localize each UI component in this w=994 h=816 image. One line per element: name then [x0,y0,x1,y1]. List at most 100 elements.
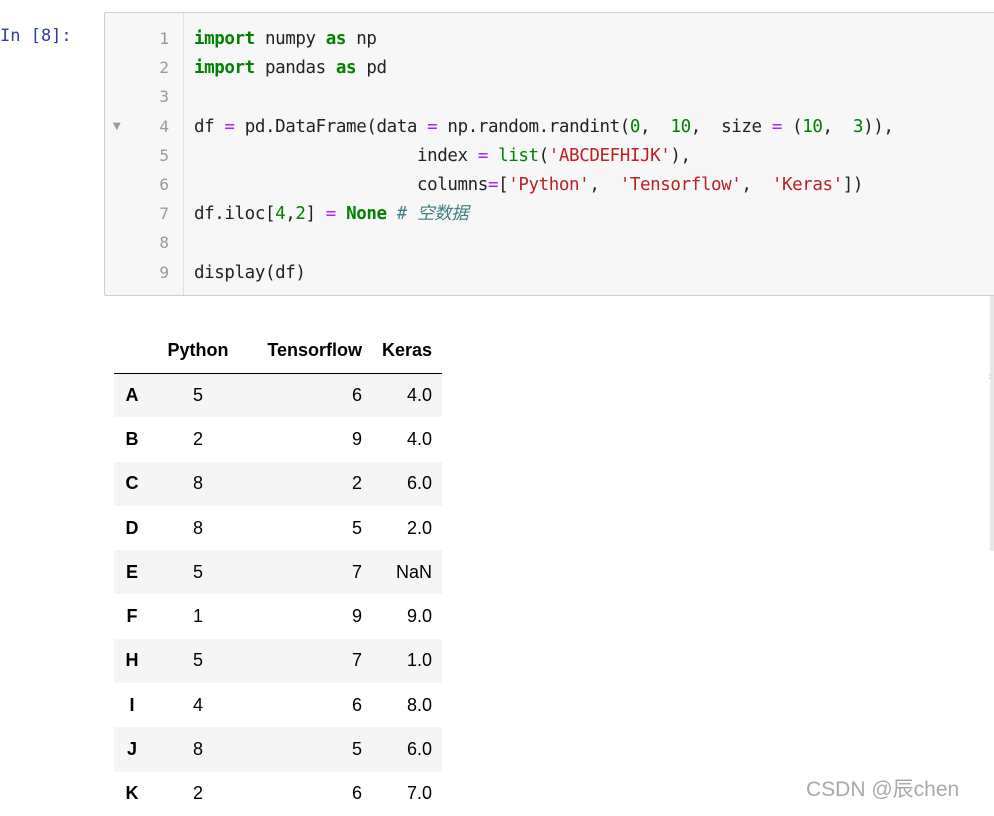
row-index: K [125,783,139,804]
table-cell: 9.0 [407,606,433,627]
table-cell: 5 [192,384,203,405]
code-token: = [224,117,235,137]
table-cell: 7 [351,650,362,671]
table-row: H 5 7 1.0 [114,638,443,684]
row-index: H [125,650,139,671]
column-header-keras: Keras [372,329,443,374]
code-token: ( [781,117,803,137]
dataframe-table: Python Tensorflow Keras A 5 6 4.0 B 2 9 4.0 C 8 2 6… [114,329,443,816]
code-token: , [741,175,772,195]
code-token: list [498,146,539,166]
table-cell: 5 [351,739,362,760]
table-row: E 5 7 NaN [114,550,443,595]
code-token: 0 [629,117,641,137]
code-token: ] [305,204,326,224]
code-token: 10 [670,117,691,137]
table-cell: 4 [192,694,203,715]
code-token: , [640,117,671,137]
code-token: = [427,117,438,137]
code-token: 'Tensorflow' [619,175,742,195]
table-cell: 4.0 [407,384,433,405]
row-index: F [126,606,138,627]
table-cell: NaN [396,561,433,582]
table-cell: 6 [351,783,362,804]
code-token: = [477,146,489,166]
table-cell: 8 [192,739,203,760]
code-token: 'ABCDEFHIJK' [548,146,671,166]
code-line: import numpy as np [194,29,377,49]
code-token: 4 [275,204,286,224]
code-token: 'Python' [508,175,590,195]
line-number: 4 [159,117,169,136]
table-cell: 5 [192,561,203,582]
table-cell: 2.0 [407,517,433,538]
code-token: ]) [842,175,864,195]
table-cell: 7 [351,561,362,582]
row-index: I [129,694,135,715]
table-row: I 4 6 8.0 [114,683,443,728]
fold-arrow-icon[interactable]: ▼ [113,117,121,137]
table-row: F 1 9 9.0 [114,594,443,639]
line-number: 7 [159,204,169,223]
table-cell: 5 [351,517,362,538]
code-token: index [194,146,478,166]
code-token: ), [670,146,691,166]
row-index: J [126,739,137,760]
row-index: B [125,428,139,449]
code-token: , size [690,117,772,137]
column-header-python: Python [150,329,246,374]
code-token: display(df) [194,263,306,283]
code-token: [ [498,175,509,195]
code-token: np.random.randint( [437,117,630,137]
code-token: columns [194,175,488,195]
table-cell: 9 [351,606,362,627]
watermark: CSDN @辰chen [806,778,960,801]
code-cell[interactable]: ▼ 123456789 import numpy as np import pan… [104,12,994,296]
code-token: df [194,117,225,137]
code-token: 3 [852,117,864,137]
table-cell: 5 [192,650,203,671]
table-cell: 4.0 [407,428,433,449]
table-row: D 8 5 2.0 [114,505,443,551]
code-token: , [589,175,620,195]
line-number: 1 [159,29,169,48]
code-line: df = pd.DataFrame(data = np.random.randi… [194,117,894,137]
code-token: , [822,117,853,137]
code-token: = [487,175,499,195]
line-number: 3 [159,87,169,106]
table-row: C 8 2 6.0 [114,461,443,506]
code-token: , [285,204,296,224]
table-cell: 2 [192,783,203,804]
code-token: pd [356,58,387,78]
line-number: 2 [159,58,169,77]
code-token: 2 [295,204,306,224]
code-token: pd.DataFrame(data [234,117,428,137]
row-index: D [125,517,139,538]
code-line: columns=['Python', 'Tensorflow', 'Keras'… [194,175,863,195]
code-token: import [194,29,255,49]
table-header-row: Python Tensorflow Keras [114,329,443,374]
table-cell: 8 [192,473,203,494]
row-index: A [125,384,139,405]
code-token: 'Keras' [771,175,843,195]
table-cell: 6 [351,384,362,405]
code-token: pandas [254,58,336,78]
code-token: = [771,117,783,137]
table-cell: 7.0 [407,783,433,804]
line-number: 6 [159,175,169,194]
code-token: numpy [254,29,326,49]
line-number: 9 [159,263,169,282]
table-cell: 2 [351,473,362,494]
table-cell: 6 [351,694,362,715]
scrollbar[interactable] [990,296,994,551]
code-line: df.iloc[4,2] = None # 空数据 [194,204,469,224]
code-token: # 空数据 [396,204,469,224]
table-row: A 5 6 4.0 [114,373,443,418]
code-token: = [325,204,337,224]
table-cell: 6.0 [407,473,433,494]
code-token: )), [863,117,894,137]
code-token: None [346,204,387,224]
input-prompt: In [8]: [0,26,72,46]
line-number-gutter: ▼ 1 2 3 4 5 6 7 8 9 [105,13,184,295]
